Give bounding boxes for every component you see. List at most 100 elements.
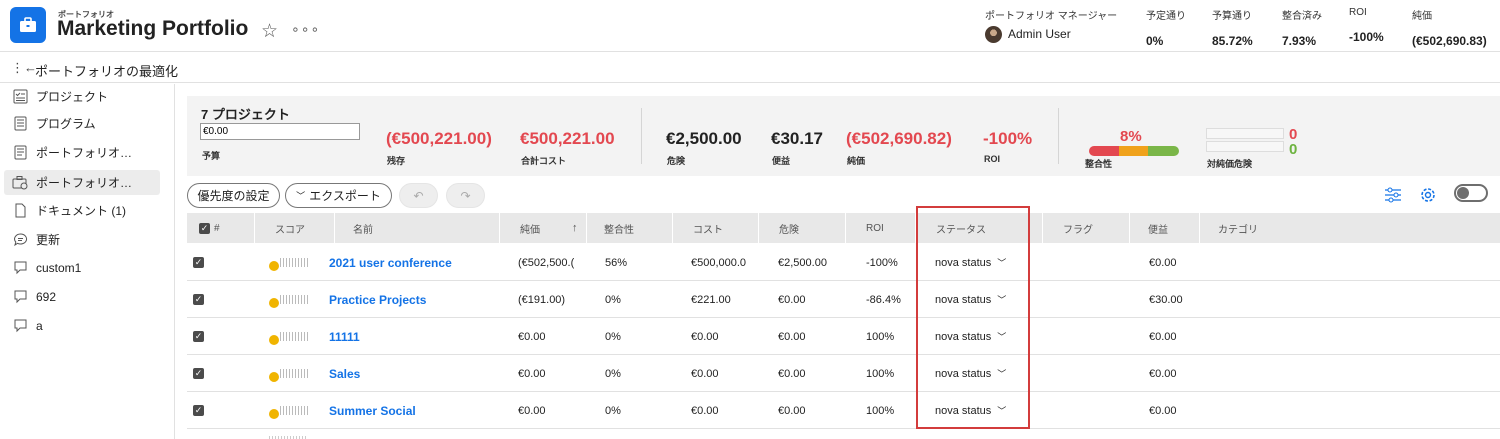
budget-label: 予算	[202, 151, 221, 161]
table-row[interactable]: ✓ 11111 €0.00 0% €0.00 €0.00 100% nova s…	[187, 318, 1500, 355]
portfolio-doc-icon	[12, 145, 28, 161]
sidebar-item-documents[interactable]: ドキュメント (1)	[4, 198, 160, 223]
col-category[interactable]: カテゴリ	[1200, 213, 1500, 243]
row-checkbox[interactable]: ✓	[193, 294, 204, 305]
col-risk[interactable]: 危険	[759, 213, 846, 243]
net-value-cell: €0.00	[518, 404, 546, 417]
manager-name[interactable]: Admin User	[1008, 27, 1071, 41]
project-name-link[interactable]: Summer Social	[329, 404, 416, 418]
alignment-label: 整合性	[1085, 159, 1113, 169]
briefcase-icon[interactable]	[10, 7, 46, 43]
sidebar-item-label: プロジェクト	[36, 90, 109, 104]
summary-panel: 7 プロジェクト 予算 (€500,221.00) 残存 €500,221.00…	[187, 96, 1500, 176]
score-indicator-icon	[269, 371, 279, 382]
sidebar-item-programs[interactable]: プログラム	[4, 111, 160, 136]
select-all-checkbox[interactable]: ✓	[199, 222, 210, 234]
score-indicator-icon	[269, 408, 279, 419]
col-benefit[interactable]: 便益	[1130, 213, 1200, 243]
redo-button[interactable]: ↷	[446, 183, 485, 208]
score-indicator-icon	[269, 334, 279, 345]
star-icon[interactable]: ☆	[261, 20, 278, 43]
total-cost-label: 合計コスト	[521, 156, 567, 166]
table-row[interactable]: ✓ Practice Projects (€191.00) 0% €221.00…	[187, 281, 1500, 318]
sidebar-item-projects[interactable]: プロジェクト	[4, 84, 160, 109]
alignment-cell: 56%	[605, 256, 628, 269]
sidebar-item-label: ポートフォリオ…	[36, 146, 133, 160]
project-count: 7 プロジェクト	[201, 107, 290, 122]
sidebar-item-portfolio-details[interactable]: ポートフォリオ…	[4, 140, 160, 165]
export-button[interactable]: ﹀ エクスポート	[285, 183, 392, 208]
budget-input[interactable]	[200, 123, 360, 140]
comment-icon	[12, 232, 28, 248]
avatar	[985, 26, 1002, 43]
drag-handle-icon[interactable]: ⋮	[187, 355, 191, 392]
metric-value: 0%	[1146, 34, 1164, 48]
table-row[interactable]: ⋮ ✓ Sales €0.00 0% €0.00 €0.00 100% nova…	[187, 355, 1500, 392]
metric-on-schedule: 予定通り 0%	[1146, 7, 1186, 48]
col-flag[interactable]: フラグ	[1043, 213, 1130, 243]
set-priority-button[interactable]: 優先度の設定	[187, 183, 280, 208]
benefit-cell: €0.00	[1149, 330, 1177, 343]
sort-ascending-icon: ↑	[572, 222, 578, 234]
col-net-value[interactable]: 純価 ↑	[500, 213, 587, 243]
project-name-link[interactable]: 11111	[329, 330, 360, 344]
col-alignment[interactable]: 整合性	[587, 213, 673, 243]
custom-form-icon	[12, 318, 28, 334]
sidebar-item-portfolio-optimizer[interactable]: ポートフォリオ…	[4, 170, 160, 195]
score-meter	[280, 369, 308, 378]
metric-label: ROI	[1349, 7, 1367, 18]
net-value-cell: (€191.00)	[518, 293, 566, 306]
sidebar-item-692[interactable]: 692	[4, 284, 160, 309]
roi-cell: -100%	[866, 256, 898, 269]
roi-cell: 100%	[866, 404, 895, 417]
row-checkbox[interactable]: ✓	[193, 405, 204, 416]
score-indicator-icon	[269, 260, 279, 271]
undo-button[interactable]: ↶	[399, 183, 438, 208]
col-score[interactable]: スコア	[255, 213, 335, 243]
optimizer-title: ポートフォリオの最適化	[35, 64, 179, 79]
sidebar-item-custom1[interactable]: custom1	[4, 255, 160, 280]
chevron-down-icon: ﹀	[296, 191, 306, 201]
col-name[interactable]: 名前	[335, 213, 500, 243]
cost-cell: €0.00	[691, 330, 719, 343]
project-name-link[interactable]: Sales	[329, 367, 360, 381]
risk-bar	[1206, 128, 1284, 139]
sidebar-item-label: プログラム	[36, 117, 96, 131]
more-icon[interactable]: ∘∘∘	[291, 21, 320, 38]
roi-cell: 100%	[866, 367, 895, 380]
export-label: エクスポート	[309, 189, 381, 203]
project-name-link[interactable]: 2021 user conference	[329, 256, 452, 270]
risk-cell: €0.00	[778, 404, 806, 417]
cost-cell: €0.00	[691, 404, 719, 417]
net-value-label: 純価	[847, 156, 866, 166]
collapse-sidebar-icon[interactable]: ⋮←	[11, 60, 37, 76]
row-checkbox[interactable]: ✓	[193, 331, 204, 342]
benefit-cell: €30.00	[1149, 293, 1183, 306]
row-checkbox[interactable]: ✓	[193, 368, 204, 379]
remaining-value: (€500,221.00)	[386, 129, 492, 148]
project-name-link[interactable]: Practice Projects	[329, 293, 426, 307]
view-toggle[interactable]	[1454, 184, 1488, 202]
gear-icon[interactable]	[1417, 184, 1439, 206]
optimizer-bar: ⋮← ポートフォリオの最適化	[0, 53, 1500, 83]
alignment-meter	[1089, 146, 1179, 156]
table-row[interactable]: ✓ Summer Social €0.00 0% €0.00 €0.00 100…	[187, 392, 1500, 429]
alignment-cell: 0%	[605, 293, 621, 306]
score-meter	[280, 406, 308, 415]
col-roi[interactable]: ROI	[846, 213, 916, 243]
roi-value: -100%	[983, 129, 1033, 148]
col-select-all[interactable]: ✓ #	[187, 213, 255, 243]
metric-label: 予算通り	[1212, 11, 1252, 22]
sidebar-item-updates[interactable]: 更新	[4, 227, 160, 252]
score-indicator-icon	[269, 297, 279, 308]
benefit-cell: €0.00	[1149, 367, 1177, 380]
table-header: ✓ # スコア 名前 純価 ↑ 整合性 コスト 危険 ROI ステータス フラグ…	[187, 213, 1500, 243]
portfolio-optimize-icon	[12, 175, 28, 191]
sliders-icon[interactable]	[1382, 184, 1404, 206]
sidebar-item-a[interactable]: a	[4, 313, 160, 338]
row-checkbox[interactable]: ✓	[193, 257, 204, 268]
risk-value: €2,500.00	[666, 129, 742, 148]
table-row[interactable]: ✓ 2021 user conference (€502,500.( 56% €…	[187, 244, 1500, 281]
project-list-icon	[12, 89, 28, 105]
col-cost[interactable]: コスト	[673, 213, 759, 243]
